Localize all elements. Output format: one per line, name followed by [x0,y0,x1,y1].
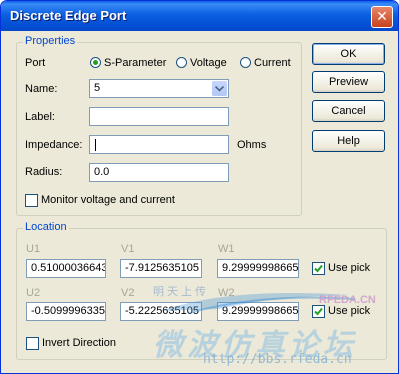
radius-field[interactable]: 0.0 [89,163,229,182]
invert-direction-label[interactable]: Invert Direction [42,337,116,349]
radio-voltage-label[interactable]: Voltage [190,57,227,69]
w1-label: W1 [218,243,235,255]
impedance-field[interactable] [89,135,229,154]
text-caret [95,139,96,151]
use-pick-1-label[interactable]: Use pick [328,262,370,274]
radio-selected-dot [93,60,98,65]
radio-current[interactable] [240,57,251,68]
u2-label: U2 [26,287,41,299]
name-dropdown[interactable]: 5 [89,79,229,98]
radius-label: Radius: [25,166,63,178]
v1-field[interactable]: -7.9125635105 [120,259,202,278]
name-value: 5 [94,82,101,94]
chevron-down-icon[interactable] [212,81,227,96]
checkmark-icon [314,264,323,273]
v2-label: V2 [121,287,135,299]
monitor-checkbox-label[interactable]: Monitor voltage and current [41,194,175,206]
help-button[interactable]: Help [312,130,385,152]
port-label: Port [25,57,46,69]
ok-button[interactable]: OK [312,43,385,65]
invert-direction-checkbox[interactable] [26,337,39,350]
dialog-window: Discrete Edge Port ✕ Properties Port S-P… [0,0,399,374]
radio-current-label[interactable]: Current [254,57,291,69]
location-group-label: Location [23,221,69,233]
title-bar[interactable]: Discrete Edge Port ✕ [1,1,398,31]
name-label: Name: [25,83,58,95]
v1-label: V1 [121,243,135,255]
properties-group-label: Properties [23,35,78,47]
radius-value: 0.0 [94,166,110,178]
close-icon: ✕ [376,8,388,24]
label-label: Label: [25,111,55,123]
preview-button[interactable]: Preview [312,71,385,93]
impedance-unit: Ohms [237,139,267,151]
radio-s-parameter-label[interactable]: S-Parameter [104,57,166,69]
close-button[interactable]: ✕ [371,6,393,28]
use-pick-1-checkbox[interactable] [312,262,325,275]
window-title: Discrete Edge Port [10,8,127,23]
u1-field[interactable]: 0.51000036643 [26,259,106,278]
u2-field[interactable]: -0.5099996335 [26,302,106,321]
u2-value: -0.5099996335 [31,305,106,317]
radio-voltage[interactable] [176,57,187,68]
label-field[interactable] [89,107,229,126]
w1-value: 9.29999998665 [222,262,299,274]
monitor-checkbox[interactable] [25,194,38,207]
w1-field[interactable]: 9.29999998665 [217,259,299,278]
u1-label: U1 [26,243,41,255]
cancel-button[interactable]: Cancel [312,100,385,122]
watermark-brand: RFEDA.CN [319,294,376,306]
watermark-url: http://bbs.rfeda.cn [203,352,352,367]
radio-s-parameter[interactable] [90,57,101,68]
impedance-label: Impedance: [25,139,83,151]
v1-value: -7.9125635105 [125,262,200,274]
u1-value: 0.51000036643 [31,262,106,274]
